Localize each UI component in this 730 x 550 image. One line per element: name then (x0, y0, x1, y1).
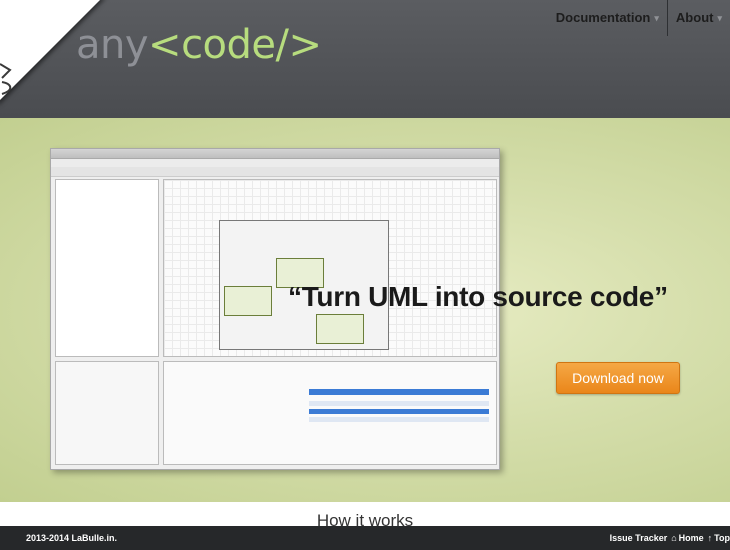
footer-link-label: Home (678, 533, 704, 543)
arrow-up-icon: ↑ (707, 533, 713, 543)
nav-documentation-label: Documentation (555, 10, 651, 25)
footer-link-issue-tracker[interactable]: Issue Tracker (610, 533, 668, 543)
footer-link-home[interactable]: ⌂ Home (671, 533, 703, 543)
caret-down-icon: ▾ (717, 13, 722, 23)
ribbon-logo-icon (0, 63, 12, 95)
home-icon: ⌂ (671, 533, 677, 543)
uml-class-box (316, 314, 364, 344)
nav-documentation[interactable]: Documentation ▾ (548, 0, 667, 36)
download-button[interactable]: Download now (556, 362, 680, 394)
screenshot-tree-panel (55, 179, 159, 357)
hero-tagline: “Turn UML into source code” (288, 281, 668, 312)
screenshot-report-row (309, 417, 489, 422)
main-nav: Documentation ▾ About ▾ (548, 0, 730, 36)
hero-banner: “Turn UML into source code” Download now (0, 118, 730, 502)
caret-down-icon: ▾ (654, 13, 659, 23)
screenshot-menubar (51, 159, 499, 167)
screenshot-report-row (309, 409, 489, 414)
corner-ribbon[interactable] (0, 0, 110, 110)
screenshot-progress-bar (309, 389, 489, 395)
footer-link-label: Top (714, 533, 730, 543)
screenshot-titlebar (51, 149, 499, 159)
nav-about-label: About (675, 10, 714, 25)
copyright-text: 2013-2014 LaBulle.in. (26, 533, 118, 543)
footer-links: Issue Tracker ⌂ Home ↑ Top (610, 533, 730, 543)
logo-code: <code/> (148, 22, 322, 68)
screenshot-diagram-canvas (163, 179, 497, 357)
footer-link-top[interactable]: ↑ Top (708, 533, 730, 543)
footer-link-label: Issue Tracker (609, 533, 668, 543)
nav-about[interactable]: About ▾ (668, 0, 730, 36)
uml-class-box (224, 286, 272, 316)
screenshot-properties-panel (55, 361, 159, 465)
site-logo[interactable]: any<code/> (76, 22, 322, 68)
screenshot-report-row (309, 401, 489, 406)
site-footer: 2013-2014 LaBulle.in. Issue Tracker ⌂ Ho… (0, 526, 730, 550)
screenshot-toolbar (51, 167, 499, 177)
